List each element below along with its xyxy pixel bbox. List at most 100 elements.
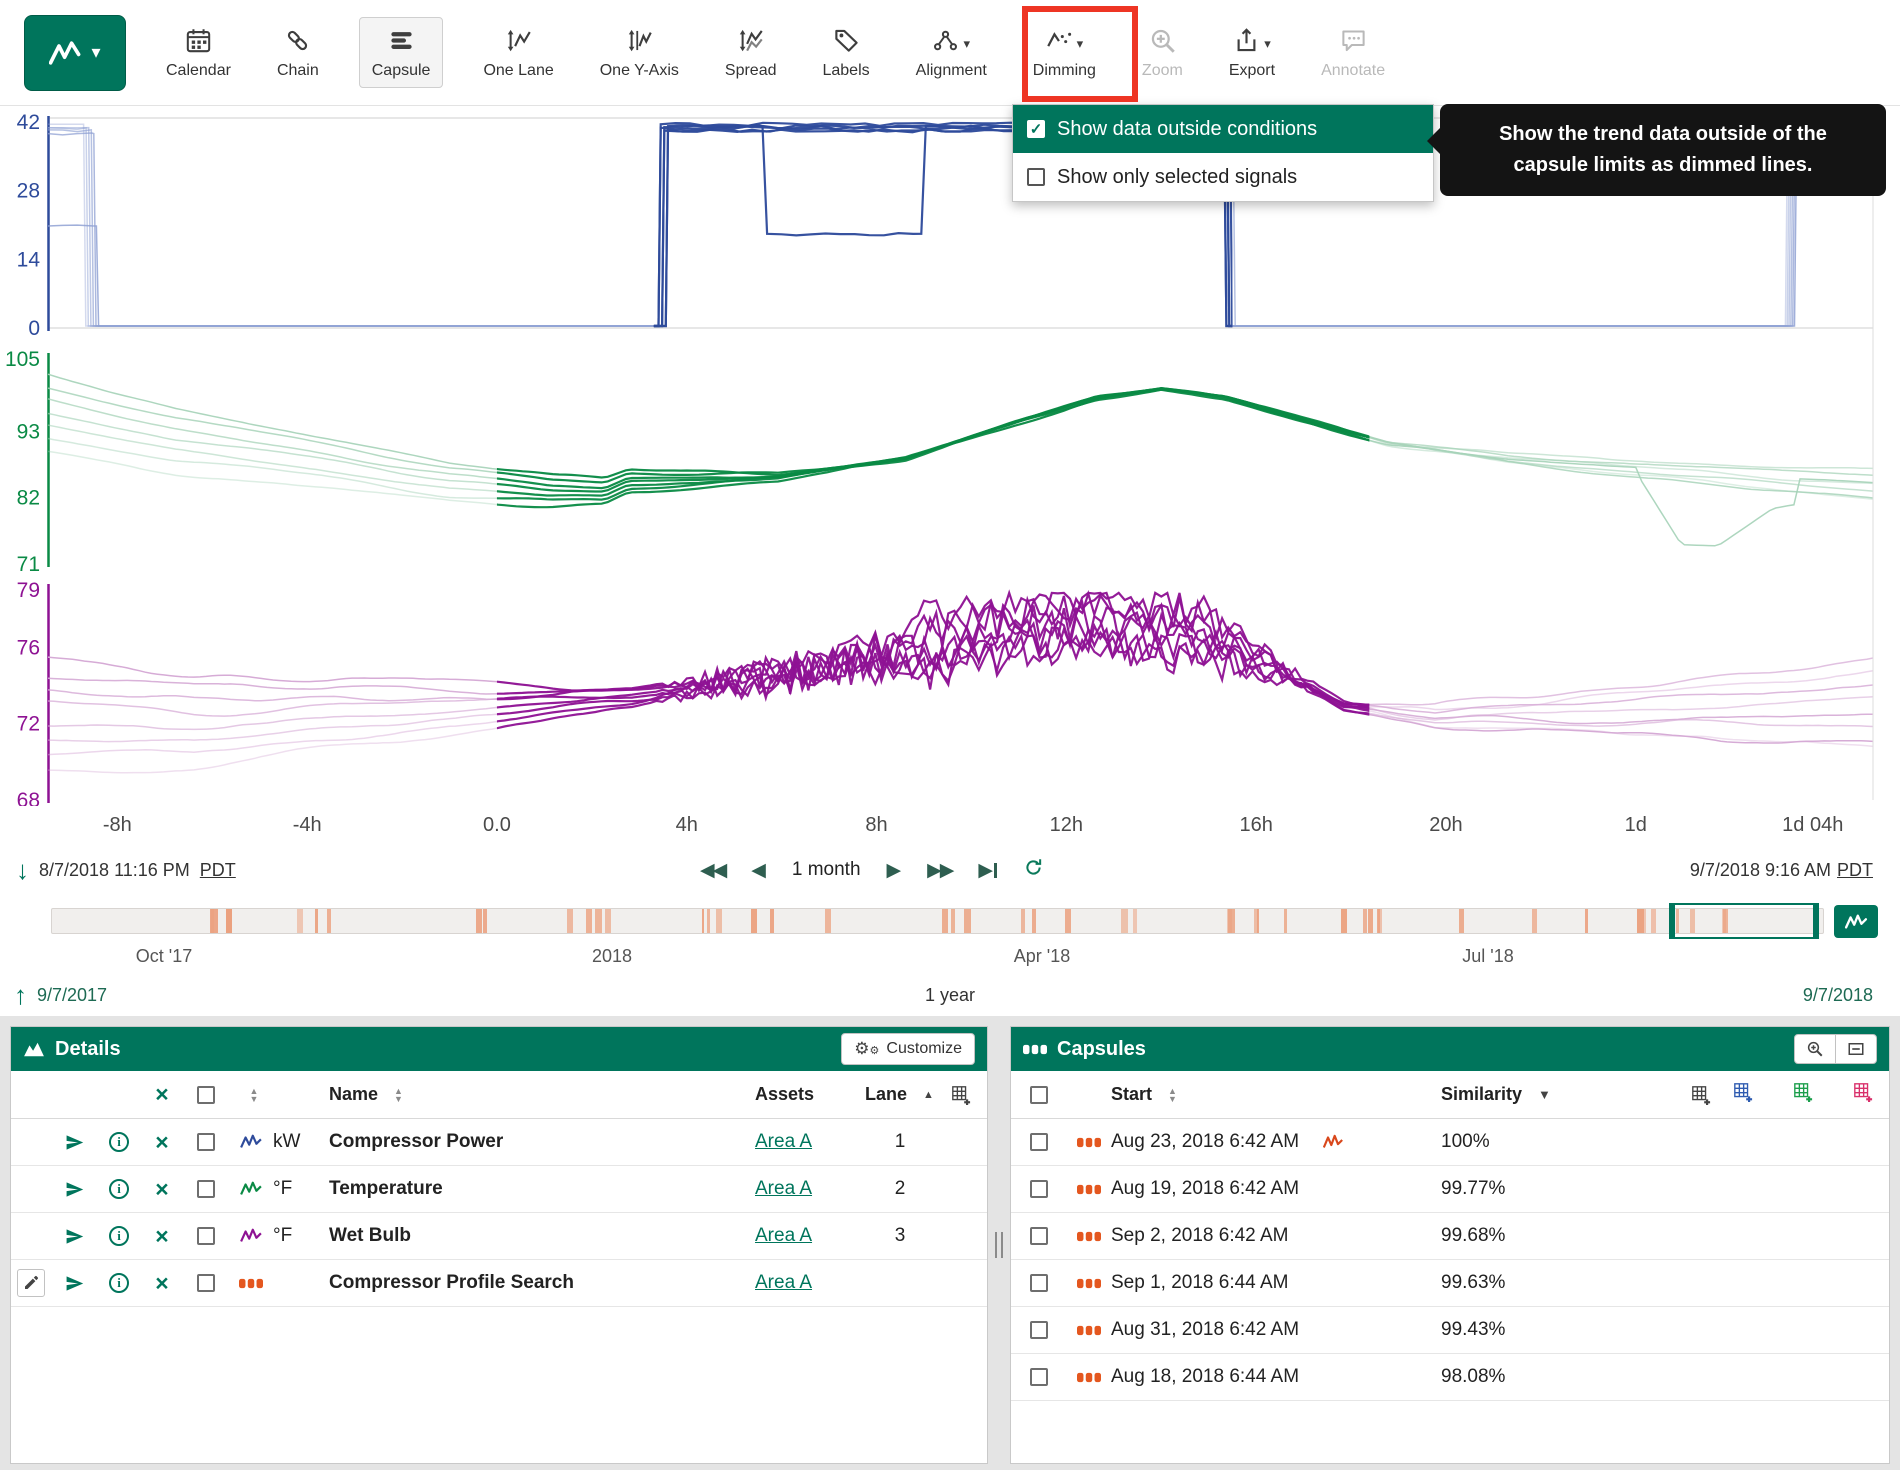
step-forward-button[interactable]: ▶	[887, 859, 902, 882]
customize-button[interactable]: ⚙⚙ Customize	[841, 1033, 975, 1065]
details-row-compressor-profile-search[interactable]: i × Compressor Profile Search Area A	[11, 1260, 987, 1307]
capsule-row[interactable]: Aug 31, 2018 6:42 AM 99.43%	[1011, 1307, 1889, 1354]
column-header-similarity[interactable]: Similarity	[1441, 1084, 1522, 1105]
remove-icon[interactable]: ×	[141, 1131, 183, 1154]
toolbar-item-chain[interactable]: Chain	[271, 18, 325, 87]
condition-name[interactable]: Compressor Profile Search	[329, 1272, 755, 1294]
row-checkbox[interactable]	[1030, 1133, 1048, 1151]
fast-rewind-button[interactable]: ◀◀	[700, 859, 725, 882]
capsule-row[interactable]: Aug 18, 2018 6:44 AM 98.08%	[1011, 1354, 1889, 1401]
toolbar-item-export[interactable]: ▾ Export	[1223, 18, 1281, 87]
toolbar-item-one-y-axis[interactable]: One Y-Axis	[594, 18, 685, 87]
column-header-name[interactable]: Name	[329, 1084, 378, 1105]
row-checkbox[interactable]	[1030, 1227, 1048, 1245]
toolbar-item-one-lane[interactable]: One Lane	[477, 18, 559, 87]
refresh-button[interactable]	[1023, 857, 1044, 883]
display-range-end[interactable]: 9/7/2018 9:16 AM	[1690, 860, 1831, 881]
capsules-icon	[1023, 1042, 1047, 1057]
remove-all-icon[interactable]: ×	[141, 1083, 183, 1106]
info-icon[interactable]: i	[109, 1273, 129, 1293]
info-icon[interactable]: i	[109, 1179, 129, 1199]
rocket-icon[interactable]	[51, 1227, 97, 1246]
toolbar-item-spread[interactable]: Spread	[719, 18, 783, 87]
trend-chart[interactable]: 422814010593827179767268	[0, 106, 1900, 806]
sort-desc-icon[interactable]: ▼	[1538, 1087, 1551, 1102]
remove-icon[interactable]: ×	[141, 1178, 183, 1201]
capsule-row[interactable]: Aug 19, 2018 6:42 AM 99.77%	[1011, 1166, 1889, 1213]
timeline-signal-button[interactable]	[1834, 905, 1878, 938]
range-duration[interactable]: 1 month	[792, 859, 861, 881]
range-start-arrow-icon[interactable]: ↓	[16, 857, 29, 883]
row-checkbox[interactable]	[1030, 1321, 1048, 1339]
zoom-to-capsule-button[interactable]	[1794, 1034, 1836, 1064]
asset-link[interactable]: Area A	[755, 1225, 812, 1247]
timezone-link[interactable]: PDT	[200, 860, 236, 881]
row-checkbox[interactable]	[1030, 1180, 1048, 1198]
asset-link[interactable]: Area A	[755, 1178, 812, 1200]
toolbar-item-alignment[interactable]: ▾ Alignment	[910, 18, 993, 87]
checkbox-checked-icon[interactable]: ✓	[1027, 120, 1045, 138]
rocket-icon[interactable]	[51, 1180, 97, 1199]
collapse-panel-button[interactable]	[1835, 1034, 1877, 1064]
asset-link[interactable]: Area A	[755, 1272, 812, 1294]
toolbar-item-dimming[interactable]: ▾ Dimming	[1027, 18, 1102, 87]
info-icon[interactable]: i	[109, 1226, 129, 1246]
add-signal-column-icon[interactable]	[1793, 1082, 1813, 1107]
timezone-link[interactable]: PDT	[1837, 860, 1873, 881]
details-row-temperature[interactable]: i × °F Temperature Area A 2	[11, 1166, 987, 1213]
capsule-icon	[1067, 1276, 1111, 1291]
select-all-checkbox[interactable]	[197, 1086, 215, 1104]
signal-name[interactable]: Compressor Power	[329, 1131, 755, 1153]
add-signal-column-icon[interactable]	[1853, 1082, 1873, 1107]
sort-icon[interactable]: ▲▼	[250, 1087, 259, 1103]
investigate-range-end[interactable]: 9/7/2018	[1803, 985, 1873, 1006]
fast-forward-button[interactable]: ▶▶	[927, 859, 952, 882]
checkbox-unchecked-icon[interactable]	[1027, 168, 1045, 186]
panel-splitter[interactable]	[988, 1026, 1010, 1464]
add-signal-column-icon[interactable]	[1733, 1082, 1753, 1107]
capsule-row[interactable]: Aug 23, 2018 6:42 AM 100%	[1011, 1119, 1889, 1166]
sort-icon[interactable]: ▲▼	[1168, 1087, 1177, 1103]
investigate-range-start[interactable]: 9/7/2017	[37, 985, 107, 1006]
column-header-assets[interactable]: Assets	[755, 1084, 814, 1105]
column-header-lane[interactable]: Lane	[865, 1084, 907, 1105]
row-checkbox[interactable]	[197, 1274, 215, 1292]
capsule-row[interactable]: Sep 2, 2018 6:42 AM 99.68%	[1011, 1213, 1889, 1260]
row-checkbox[interactable]	[197, 1180, 215, 1198]
capsule-row[interactable]: Sep 1, 2018 6:44 AM 99.63%	[1011, 1260, 1889, 1307]
menu-item-show-data-outside[interactable]: ✓ Show data outside conditions	[1013, 105, 1433, 153]
toolbar-item-calendar[interactable]: Calendar	[160, 18, 237, 87]
details-row-wet-bulb[interactable]: i × °F Wet Bulb Area A 3	[11, 1213, 987, 1260]
sort-icon[interactable]: ▲▼	[394, 1087, 403, 1103]
details-row-compressor-power[interactable]: i × kW Compressor Power Area A 1	[11, 1119, 987, 1166]
investigate-start-arrow-icon[interactable]: ↑	[14, 982, 27, 1008]
view-mode-button[interactable]: ▾	[24, 15, 126, 91]
rocket-icon[interactable]	[51, 1274, 97, 1293]
asset-link[interactable]: Area A	[755, 1131, 812, 1153]
edit-icon[interactable]	[17, 1269, 45, 1297]
add-column-icon[interactable]	[935, 1085, 987, 1105]
row-checkbox[interactable]	[1030, 1368, 1048, 1386]
toolbar-item-capsule[interactable]: Capsule	[359, 17, 444, 88]
row-checkbox[interactable]	[197, 1227, 215, 1245]
sort-asc-icon[interactable]: ▲	[923, 1091, 934, 1099]
skip-to-end-button[interactable]: ▶	[978, 859, 997, 882]
display-range-start[interactable]: 8/7/2018 11:16 PM	[39, 860, 190, 881]
row-checkbox[interactable]	[197, 1133, 215, 1151]
remove-icon[interactable]: ×	[141, 1225, 183, 1248]
column-header-start[interactable]: Start	[1111, 1084, 1152, 1105]
info-icon[interactable]: i	[109, 1132, 129, 1152]
rocket-icon[interactable]	[51, 1133, 97, 1152]
timeline-selection[interactable]	[1669, 903, 1820, 939]
row-checkbox[interactable]	[1030, 1274, 1048, 1292]
timeline-track[interactable]	[51, 908, 1824, 934]
select-all-checkbox[interactable]	[1030, 1086, 1048, 1104]
signal-name[interactable]: Temperature	[329, 1178, 755, 1200]
investigate-range-duration[interactable]: 1 year	[925, 985, 975, 1006]
menu-item-show-only-selected[interactable]: Show only selected signals	[1013, 153, 1433, 201]
signal-name[interactable]: Wet Bulb	[329, 1225, 755, 1247]
step-back-button[interactable]: ◀	[751, 859, 766, 882]
remove-icon[interactable]: ×	[141, 1272, 183, 1295]
add-column-icon[interactable]	[1671, 1085, 1731, 1105]
toolbar-item-labels[interactable]: Labels	[816, 18, 875, 87]
